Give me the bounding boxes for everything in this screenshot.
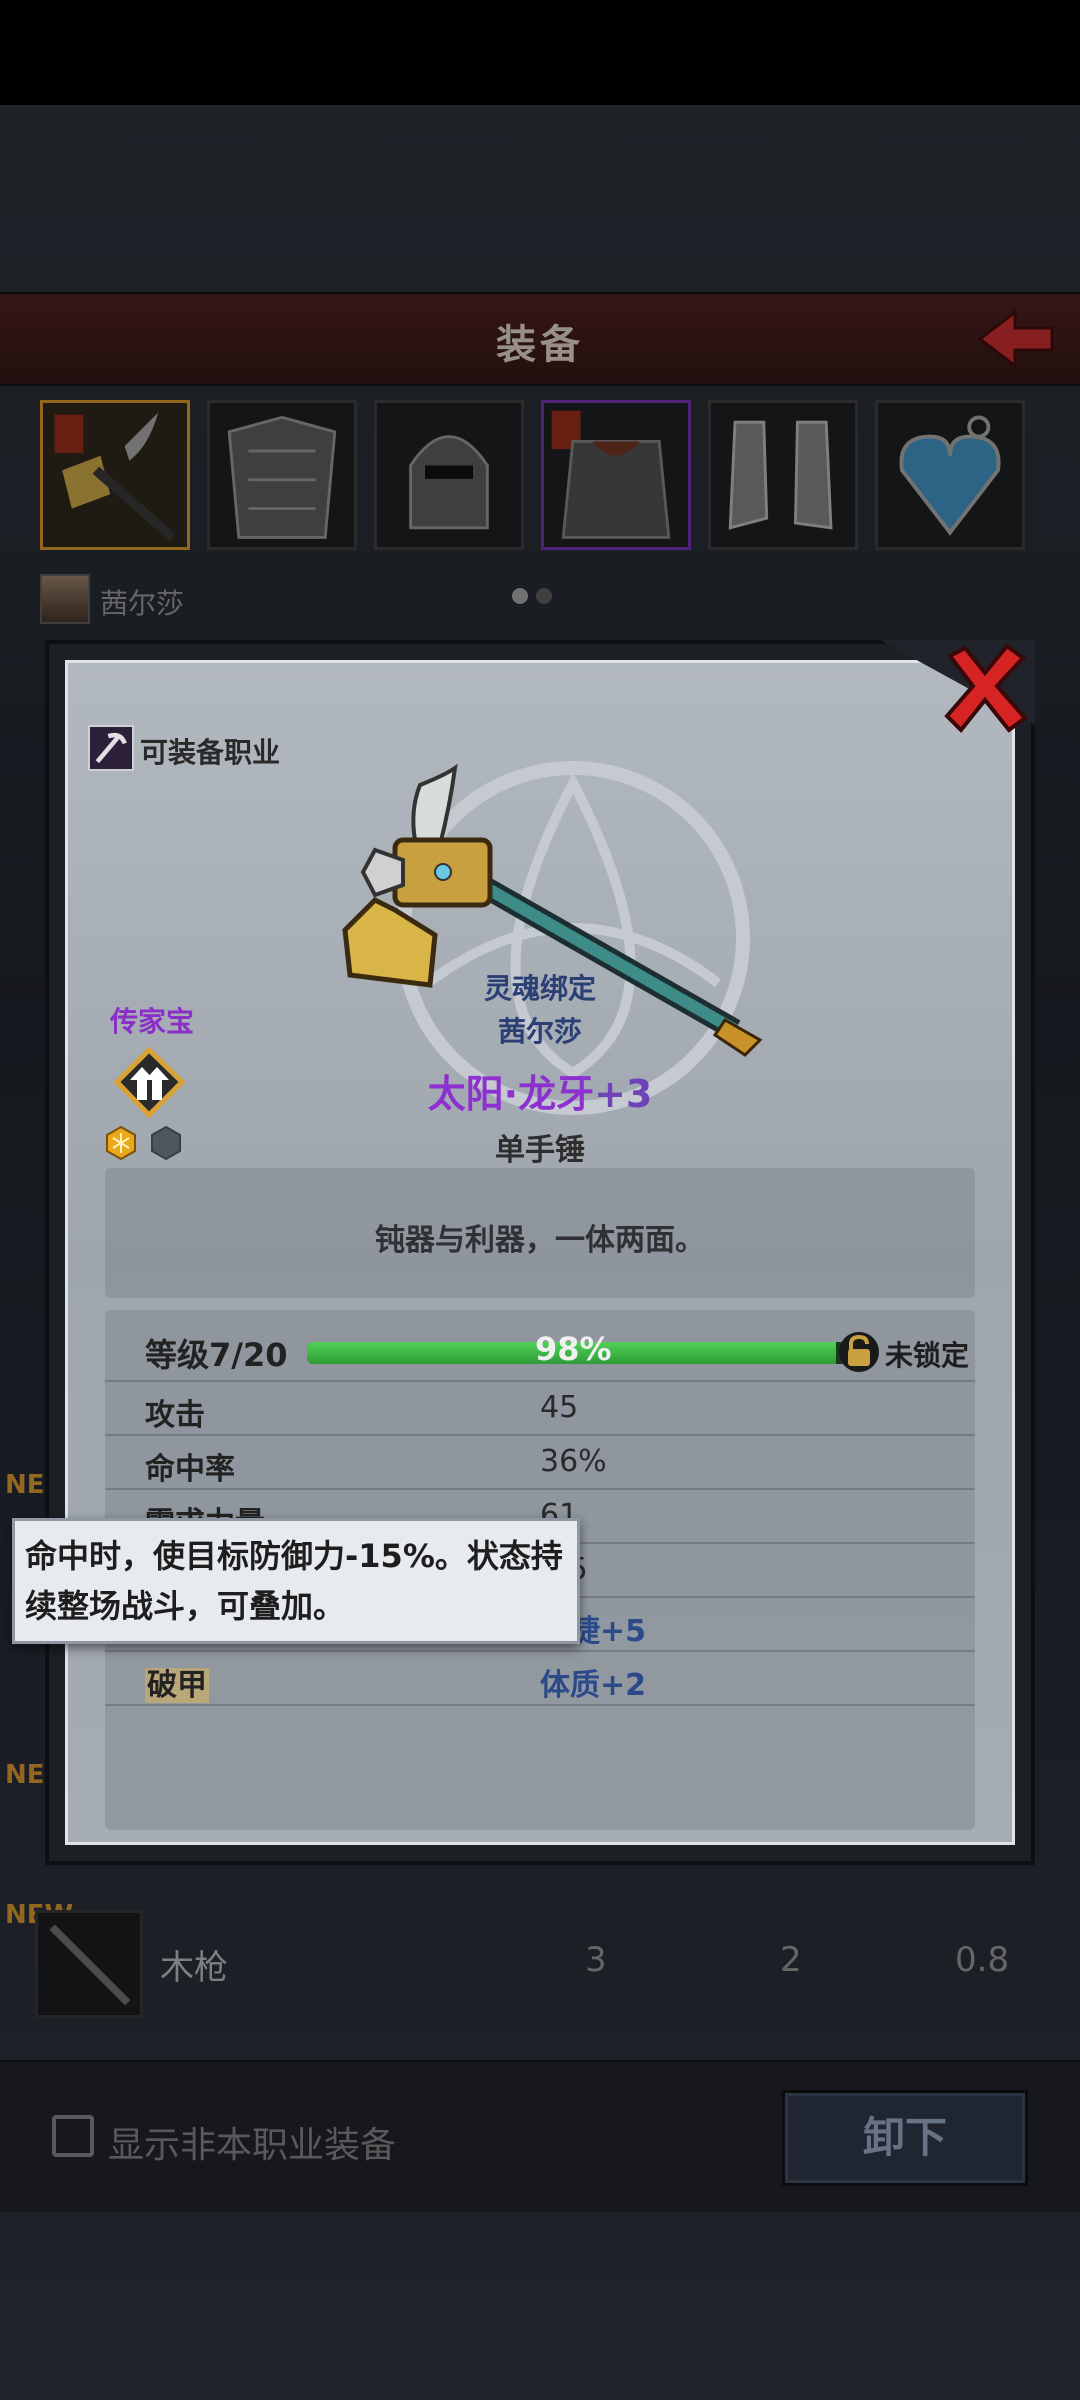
- description-box: 钝器与利器，一体两面。: [105, 1168, 975, 1298]
- class-icon[interactable]: [88, 725, 134, 771]
- stat-row: 命中率 36%: [105, 1436, 975, 1490]
- soulbind-character: 茜尔莎: [497, 1015, 582, 1048]
- armor-pen-label[interactable]: 破甲: [145, 1660, 209, 1704]
- stat-value: 45: [540, 1390, 579, 1425]
- item-type: 单手锤: [495, 1133, 585, 1168]
- item-title: 太阳·龙牙+3: [0, 1063, 1080, 1118]
- item-name: 太阳·龙牙: [427, 1072, 595, 1116]
- item-description: 钝器与利器，一体两面。: [375, 1223, 705, 1258]
- lock-status: 未锁定: [885, 1339, 970, 1372]
- xp-percent: 98%: [535, 1330, 612, 1368]
- item-upgrade-level: +3: [594, 1072, 653, 1116]
- level-row: 等级7/20 98% 未锁定: [105, 1320, 975, 1382]
- close-icon[interactable]: [935, 638, 1035, 738]
- stat-value: 体质+2: [540, 1668, 647, 1703]
- stat-row: 破甲 体质+2: [105, 1652, 975, 1706]
- stat-label: 攻击: [145, 1398, 205, 1433]
- lock-icon[interactable]: [837, 1330, 881, 1374]
- tooltip-text: 命中时，使目标防御力-15%。状态持续整场战斗，可叠加。: [25, 1537, 563, 1625]
- level-label: 等级7/20: [145, 1336, 288, 1374]
- tooltip: 命中时，使目标防御力-15%。状态持续整场战斗，可叠加。: [12, 1518, 580, 1644]
- stat-row: 攻击 45: [105, 1382, 975, 1436]
- soulbind-label: 灵魂绑定: [483, 972, 596, 1005]
- stat-label: 命中率: [145, 1452, 235, 1487]
- equippable-class-label: 可装备职业: [140, 736, 281, 769]
- stat-value: 36%: [540, 1444, 607, 1479]
